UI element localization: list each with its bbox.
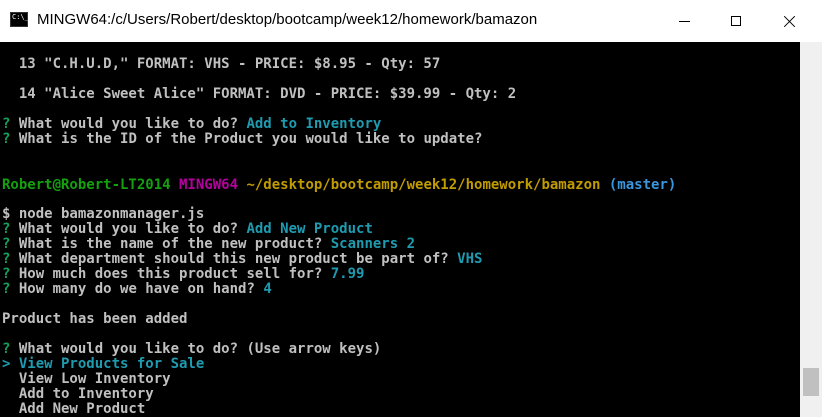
question-text: What is the ID of the Product you would …	[10, 131, 483, 147]
question-line: ? What would you like to do? Add New Pro…	[2, 222, 373, 237]
shell-prompt: Robert@Robert-LT2014 MINGW64 ~/desktop/b…	[2, 178, 676, 193]
answer-text: Scanners 2	[330, 236, 416, 252]
question-line: ? How much does this product sell for? 7…	[2, 267, 364, 282]
menu-option-selected[interactable]: > View Products for Sale	[2, 357, 204, 372]
product-line-13: 13 "C.H.U.D," FORMAT: VHS - PRICE: $8.95…	[2, 56, 441, 72]
close-icon	[783, 15, 796, 28]
app-icon-label: C:\_	[12, 13, 29, 21]
question-line: ? How many do we have on hand? 4	[2, 282, 272, 297]
product-line-14: 14 "Alice Sweet Alice" FORMAT: DVD - PRI…	[2, 86, 517, 102]
terminal-window: C:\_ MINGW64:/c/Users/Robert/desktop/boo…	[0, 0, 822, 417]
menu-option[interactable]: Add New Product	[2, 402, 145, 417]
menu-option[interactable]: Add to Inventory	[2, 387, 154, 402]
question-line: ? What is the name of the new product? S…	[2, 237, 415, 252]
menu-option[interactable]: View Low Inventory	[2, 372, 171, 387]
answer-text: VHS	[457, 251, 483, 267]
question-line: ? What is the ID of the Product you woul…	[2, 132, 482, 147]
question-text: What would you like to do?	[10, 116, 247, 132]
prompt-branch: (master)	[600, 177, 677, 193]
status-message: Product has been added	[2, 311, 188, 327]
close-button[interactable]	[766, 0, 812, 42]
prompt-host: MINGW64	[170, 177, 239, 193]
command-line: $ node bamazonmanager.js	[2, 206, 205, 222]
question-text: What is the name of the new product?	[10, 236, 331, 252]
title-bar[interactable]: C:\_ MINGW64:/c/Users/Robert/desktop/boo…	[0, 0, 822, 42]
minimize-button[interactable]	[661, 0, 707, 42]
question-text: What would you like to do? (Use arrow ke…	[10, 341, 382, 357]
prompt-path: ~/desktop/bootcamp/week12/homework/bamaz…	[238, 177, 601, 193]
scrollbar-thumb[interactable]	[803, 368, 819, 396]
question-text: How much does this product sell for?	[10, 266, 331, 282]
question-line: ? What would you like to do? (Use arrow …	[2, 342, 381, 357]
terminal-app-icon[interactable]: C:\_	[10, 12, 29, 27]
terminal-output[interactable]: 13 "C.H.U.D," FORMAT: VHS - PRICE: $8.95…	[0, 42, 800, 417]
question-line: ? What would you like to do? Add to Inve…	[2, 117, 381, 132]
question-text: What department should this new product …	[10, 251, 458, 267]
prompt-user: Robert@Robert-LT2014	[2, 177, 171, 193]
question-line: ? What department should this new produc…	[2, 252, 482, 267]
minimize-icon	[678, 20, 690, 22]
question-text: How many do we have on hand?	[10, 281, 264, 297]
answer-text: 4	[263, 281, 272, 297]
answer-text: Add New Product	[246, 221, 373, 237]
window-title: MINGW64:/c/Users/Robert/desktop/bootcamp…	[37, 11, 538, 28]
answer-text: 7.99	[330, 266, 365, 282]
question-text: What would you like to do?	[10, 221, 247, 237]
maximize-button[interactable]	[713, 0, 759, 42]
vertical-scrollbar[interactable]	[800, 42, 822, 417]
answer-text: Add to Inventory	[246, 116, 382, 132]
maximize-icon	[731, 16, 741, 26]
